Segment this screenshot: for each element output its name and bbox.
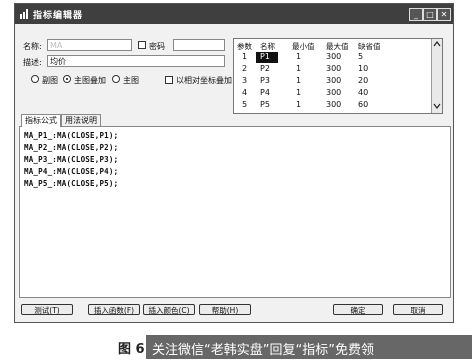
table-row[interactable]: 1 P1 1 300 5 [234, 52, 432, 63]
radio-mainchart-label: 主图 [123, 76, 139, 85]
table-row[interactable]: 2 P2 1 300 10 [234, 64, 432, 75]
table-header: 参数 [237, 42, 252, 51]
cell[interactable]: 20 [358, 76, 368, 85]
minimize-button[interactable]: _ [409, 8, 423, 21]
table-row[interactable]: 4 P4 1 300 40 [234, 88, 432, 99]
formula-line: MA_P1_:MA(CLOSE,P1); [24, 131, 119, 140]
password-checkbox[interactable] [138, 41, 146, 49]
cell[interactable]: 300 [326, 52, 341, 61]
title-bar[interactable]: 指标编辑器 _ □ ✕ [15, 4, 453, 24]
name-field[interactable]: MA [47, 39, 132, 51]
tab-usage[interactable]: 用法说明 [61, 114, 101, 126]
description-field[interactable]: 均价 [47, 55, 225, 67]
cell[interactable]: 40 [358, 88, 368, 97]
cell: 3 [242, 76, 248, 85]
cell[interactable]: 1 [296, 100, 301, 109]
relative-axis-label: 以相对坐标叠加 [176, 76, 232, 85]
cell[interactable]: P3 [260, 76, 270, 85]
radio-main-overlay-label: 主图叠加 [74, 76, 106, 85]
cell[interactable]: 300 [326, 100, 341, 109]
name-label: 名称: [23, 42, 42, 51]
radio-subchart-label: 副图 [42, 76, 58, 85]
cell[interactable]: P4 [260, 88, 270, 97]
radio-subchart[interactable] [31, 75, 39, 83]
app-icon [20, 9, 28, 19]
maximize-button[interactable]: □ [423, 8, 437, 21]
vertical-scrollbar[interactable] [431, 39, 442, 113]
table-header: 最小值 [292, 42, 315, 51]
tab-formula[interactable]: 指标公式 [21, 114, 61, 127]
window-title: 指标编辑器 [33, 11, 84, 21]
cell[interactable]: 300 [326, 64, 341, 73]
cell: 2 [242, 64, 248, 73]
radio-mainchart[interactable] [112, 75, 120, 83]
indicator-editor-window: 指标编辑器 _ □ ✕ 名称: MA 密码 描述: 均价 副图 主图叠加 主图 … [14, 3, 454, 323]
cell[interactable]: 300 [326, 88, 341, 97]
password-label: 密码 [149, 42, 165, 51]
insert-function-button[interactable]: 插入函数(F) [88, 304, 140, 315]
cell[interactable]: P2 [260, 64, 270, 73]
cell: 4 [242, 88, 248, 97]
cancel-button[interactable]: 取消 [393, 304, 443, 315]
parameter-table[interactable]: 参数 名称 最小值 最大值 缺省值 1 P1 1 300 5 2 P2 1 30… [233, 38, 443, 114]
cell[interactable]: 1 [296, 64, 301, 73]
cell: 5 [242, 100, 248, 109]
relative-axis-checkbox[interactable] [165, 76, 173, 84]
cell[interactable]: 60 [358, 100, 368, 109]
table-row[interactable]: 5 P5 1 300 60 [234, 100, 432, 111]
cell[interactable]: 1 [296, 52, 301, 61]
formula-editor[interactable]: MA_P1_:MA(CLOSE,P1); MA_P2_:MA(CLOSE,P2)… [19, 126, 451, 298]
test-button[interactable]: 测试(T) [21, 304, 73, 315]
cell[interactable]: 10 [358, 64, 368, 73]
formula-line: MA_P4_:MA(CLOSE,P4); [24, 167, 119, 176]
password-field[interactable] [173, 39, 225, 51]
watermark-banner: 关注微信“老韩实盘”回复“指标”免费领 [146, 335, 472, 359]
table-header: 缺省值 [358, 42, 381, 51]
insert-color-button[interactable]: 插入颜色(C) [143, 304, 195, 315]
table-row[interactable]: 3 P3 1 300 20 [234, 76, 432, 87]
chevron-up-icon[interactable] [433, 41, 441, 47]
cell[interactable]: 1 [296, 88, 301, 97]
help-button[interactable]: 帮助(H) [199, 304, 251, 315]
watermark-text: 关注微信“老韩实盘”回复“指标”免费领 [152, 343, 374, 358]
formula-line: MA_P5_:MA(CLOSE,P5); [24, 179, 119, 188]
chevron-down-icon[interactable] [433, 103, 441, 109]
cell[interactable]: P1 [260, 52, 270, 61]
cell[interactable]: 1 [296, 76, 301, 85]
radio-main-overlay[interactable] [63, 75, 71, 83]
formula-line: MA_P3_:MA(CLOSE,P3); [24, 155, 119, 164]
table-header: 名称 [260, 42, 275, 51]
close-button[interactable]: ✕ [437, 8, 451, 21]
cell[interactable]: 300 [326, 76, 341, 85]
cell: 1 [242, 52, 248, 61]
figure-caption: 图 6 [118, 342, 145, 357]
table-header: 最大值 [326, 42, 349, 51]
description-label: 描述: [23, 58, 42, 67]
cell[interactable]: 5 [358, 52, 363, 61]
formula-line: MA_P2_:MA(CLOSE,P2); [24, 143, 119, 152]
cell[interactable]: P5 [260, 100, 270, 109]
ok-button[interactable]: 确定 [333, 304, 383, 315]
